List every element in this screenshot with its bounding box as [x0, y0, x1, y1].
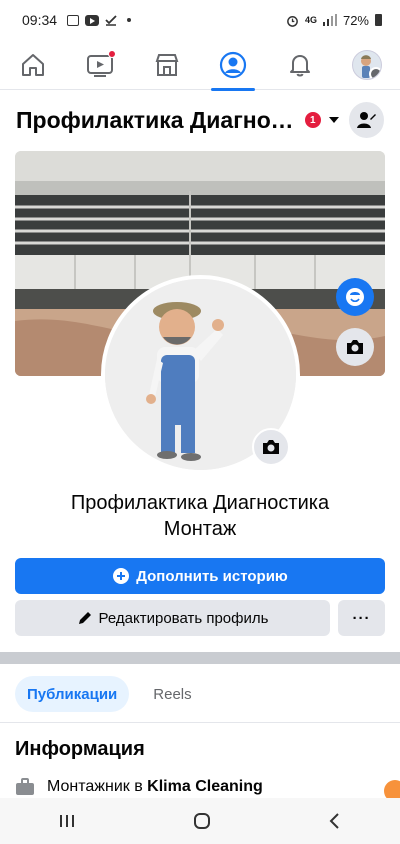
- camera-icon: [263, 440, 279, 454]
- profile-camera-button[interactable]: [252, 428, 290, 466]
- recent-apps-icon[interactable]: [58, 813, 76, 829]
- page-title: Профилактика Диагностика Монтаж: [16, 106, 299, 133]
- add-story-button[interactable]: Дополнить историю: [15, 558, 385, 594]
- network-type: 4G: [304, 15, 317, 25]
- profile-tabs: Публикации Reels: [15, 676, 204, 712]
- nav-menu[interactable]: [337, 40, 397, 90]
- system-nav-bar: [0, 798, 400, 844]
- avatar-create-button[interactable]: [336, 278, 374, 316]
- signal-icon: [322, 14, 337, 26]
- home-button-icon[interactable]: [193, 812, 211, 830]
- tab-posts[interactable]: Публикации: [15, 676, 130, 712]
- section-separator: [0, 652, 400, 664]
- top-nav: [0, 40, 400, 91]
- status-bar: 09:34 4G 72%: [0, 0, 400, 40]
- nav-notifications[interactable]: [270, 40, 330, 90]
- profile-name-text: Профилактика Диагностика Монтаж: [70, 492, 330, 540]
- info-heading: Информация: [15, 738, 145, 760]
- tab-reels-label: Reels: [153, 685, 192, 703]
- status-time: 09:34: [22, 12, 58, 28]
- status-icons-left: [67, 14, 132, 26]
- check-icon: [105, 15, 117, 26]
- youtube-icon: [85, 14, 100, 26]
- cover-camera-button[interactable]: [336, 328, 374, 366]
- info-job-row: Монтажник в Klima Cleaning: [15, 778, 263, 796]
- battery-icon: [375, 14, 382, 26]
- plus-circle-icon: [113, 568, 130, 584]
- back-icon[interactable]: [328, 812, 342, 830]
- tab-reels[interactable]: Reels: [141, 676, 203, 712]
- camera-icon: [347, 340, 363, 354]
- profile-name: Профилактика Диагностика Монтаж: [0, 490, 400, 542]
- alarm-icon: [287, 15, 298, 27]
- briefcase-icon: [16, 778, 34, 795]
- switch-profile-button[interactable]: [348, 102, 384, 138]
- dot-icon: [127, 18, 132, 22]
- notification-badge[interactable]: 1: [304, 112, 321, 128]
- tab-posts-label: Публикации: [27, 685, 118, 703]
- profile-icon: [220, 51, 247, 78]
- profile-header: Профилактика Диагностика Монтаж 1: [0, 92, 400, 148]
- divider: [0, 722, 400, 723]
- avatar-face-icon: [346, 288, 364, 306]
- bell-icon: [289, 54, 310, 76]
- add-story-label: Дополнить историю: [136, 567, 288, 585]
- pencil-icon: [78, 612, 91, 624]
- job-prefix: Монтажник в: [47, 778, 143, 795]
- job-company[interactable]: Klima Cleaning: [147, 778, 263, 795]
- person-edit-icon: [357, 112, 377, 128]
- avatar-menu-icon: [351, 49, 382, 80]
- home-icon: [22, 53, 45, 76]
- job-text: Монтажник в Klima Cleaning: [47, 778, 263, 796]
- store-icon: [155, 53, 179, 76]
- gallery-icon: [67, 14, 80, 26]
- nav-marketplace[interactable]: [137, 40, 197, 90]
- battery-percent: 72%: [342, 12, 369, 28]
- edit-profile-label: Редактировать профиль: [98, 609, 269, 627]
- edit-profile-button[interactable]: Редактировать профиль: [15, 600, 330, 636]
- nav-home[interactable]: [3, 40, 63, 90]
- more-label: ···: [352, 609, 371, 627]
- status-icons-right: 4G 72%: [286, 13, 382, 28]
- nav-profile[interactable]: [203, 40, 263, 91]
- chevron-down-icon[interactable]: [328, 117, 339, 123]
- nav-video[interactable]: [70, 40, 130, 90]
- video-badge-dot: [107, 49, 116, 58]
- more-options-button[interactable]: ···: [338, 600, 385, 636]
